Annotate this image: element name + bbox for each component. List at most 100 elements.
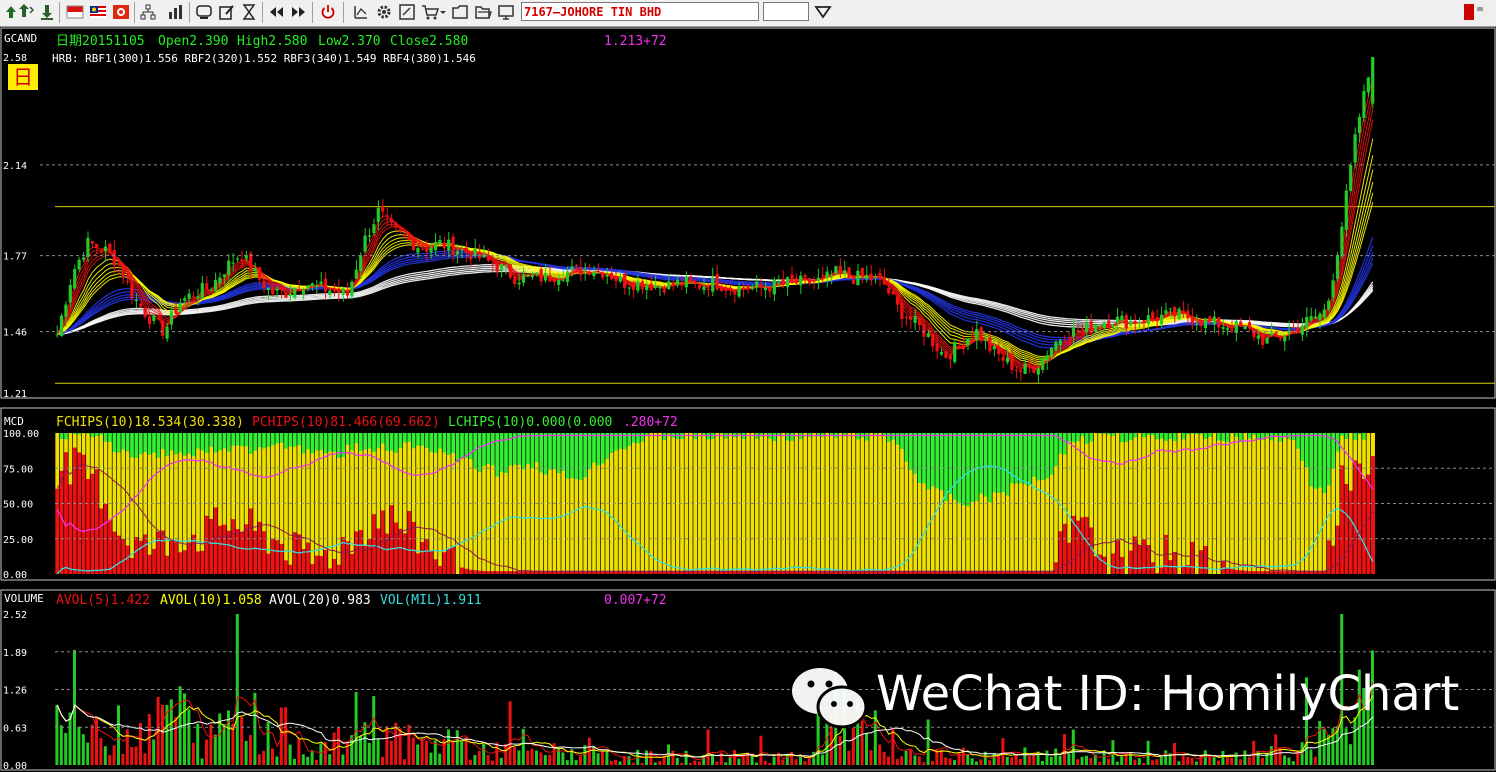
candle-body [354, 269, 358, 279]
candle-body [891, 291, 895, 295]
monitor-icon[interactable] [497, 3, 515, 21]
volume-bar [1137, 758, 1141, 765]
lchips-bar [1023, 433, 1028, 485]
screen-icon[interactable] [195, 3, 213, 21]
chevron-down-icon[interactable] [812, 2, 834, 21]
volume-bar [381, 756, 384, 765]
candle-body [103, 246, 108, 252]
pchips-bar [72, 447, 77, 574]
lchips-bar [1251, 433, 1257, 435]
pchips-bar [125, 545, 130, 574]
lchips-bar [855, 433, 861, 440]
volume-bar [411, 737, 415, 765]
candle-body [1014, 369, 1018, 371]
volume-bar [926, 719, 930, 765]
folder-icon[interactable] [451, 3, 469, 21]
volume-bar [970, 758, 974, 765]
flag-icon[interactable] [1464, 4, 1494, 20]
candle-body [878, 272, 882, 278]
candle-body [856, 270, 860, 286]
folder-open-icon[interactable] [474, 3, 492, 21]
candle-body [1111, 324, 1115, 327]
candle-body [231, 262, 235, 264]
lchips-bar [1067, 433, 1072, 442]
pchips-bar [239, 531, 245, 574]
flag-my-icon[interactable] [89, 3, 107, 21]
symbol-field[interactable]: 7167—JOHORE TIN BHD [521, 2, 759, 21]
lchips-bar [1353, 433, 1358, 441]
power-icon[interactable] [319, 3, 337, 21]
period-badge[interactable]: 日 [13, 65, 33, 89]
volume-bar [1151, 760, 1154, 765]
volume-extra: 0.007+72 [604, 593, 667, 608]
volume-bar [1133, 759, 1137, 765]
lchips-bar [763, 433, 768, 435]
tree-icon[interactable] [139, 3, 157, 21]
volume-bar [1186, 756, 1190, 765]
edit-icon[interactable] [218, 3, 236, 21]
hourglass-icon[interactable] [240, 3, 258, 21]
pchips-bar [1300, 571, 1305, 574]
rewind-icon[interactable] [267, 3, 285, 21]
volume-bar [1155, 759, 1159, 765]
flag-hk-icon[interactable] [112, 3, 130, 21]
volume-bar [1327, 734, 1330, 765]
candle-body [275, 288, 279, 291]
symbol-field-secondary[interactable] [763, 2, 809, 21]
volume-bar [240, 716, 244, 765]
candle-body [671, 282, 675, 286]
arrow-down-icon[interactable] [38, 3, 56, 21]
volume-bar [130, 746, 134, 765]
pchips-bar [173, 542, 179, 574]
volume-bar [543, 755, 547, 765]
candle-body [1177, 308, 1181, 320]
draw-icon[interactable] [352, 3, 370, 21]
pchips-bar [169, 539, 174, 574]
candle-body [552, 279, 556, 283]
volume-bar [785, 754, 789, 765]
candle-body [341, 288, 345, 295]
lchips-bar [974, 433, 979, 501]
volume-bar [200, 758, 204, 765]
candle-body [1239, 321, 1243, 327]
pchips-bar [332, 558, 337, 574]
forward-icon[interactable] [290, 3, 308, 21]
lchips-bar [107, 433, 113, 442]
gear-icon[interactable] [375, 3, 393, 21]
volume-bar [121, 753, 125, 765]
pchips-bar [138, 540, 143, 574]
volume-bar [403, 759, 406, 765]
candle-body [1049, 347, 1054, 358]
candle-body [429, 247, 433, 253]
candle-body [491, 263, 495, 265]
lchips-bar [451, 433, 456, 453]
lchips-bar [1199, 433, 1204, 435]
pchips-bar [266, 553, 271, 574]
bar-chart-icon[interactable] [166, 3, 184, 21]
cart-icon[interactable] [421, 3, 447, 21]
lchips-bar [574, 433, 579, 480]
candle-body [829, 274, 834, 276]
candle-body [1115, 316, 1120, 323]
candle-body [464, 247, 468, 253]
volume-y-tick: 0.63 [3, 723, 27, 734]
candle-body [345, 289, 350, 296]
lchips-bar [398, 433, 403, 449]
flag-sg-icon[interactable] [66, 3, 84, 21]
volume-bar [477, 750, 481, 765]
lchips-bar [77, 433, 82, 435]
candle-body [477, 251, 482, 259]
candle-body [623, 274, 627, 288]
candle-body [825, 271, 829, 278]
tool-icon[interactable] [398, 3, 416, 21]
pchips-bar [323, 549, 328, 574]
candle-body [957, 346, 961, 348]
lchips-bar [173, 433, 179, 455]
lchips-bar [187, 433, 192, 454]
candle-body [1019, 370, 1023, 373]
chart-area[interactable]: GCAND 日期20151105 Open2.390 High2.580 Low… [0, 27, 1496, 772]
mcd-panel-label: MCD [4, 415, 24, 428]
volume-bar [1159, 756, 1163, 765]
arrow-up-icon[interactable] [17, 3, 35, 21]
volume-bar [1283, 755, 1286, 765]
